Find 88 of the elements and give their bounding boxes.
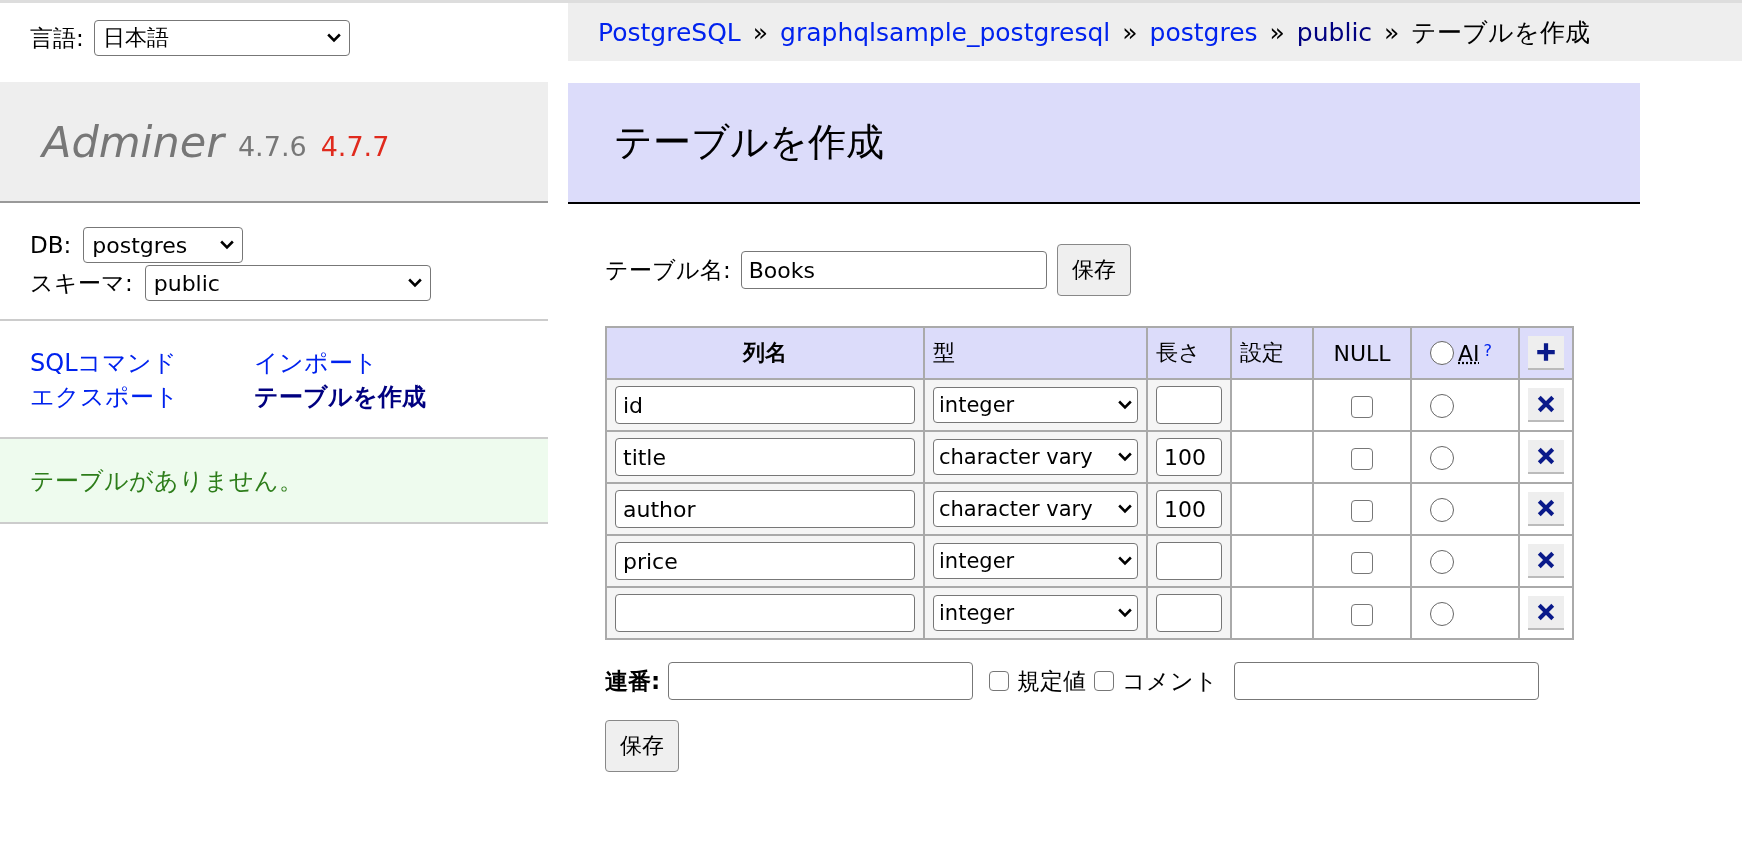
- length-field[interactable]: 100: [1156, 438, 1222, 476]
- breadcrumb-separator: »: [1384, 17, 1400, 47]
- schema-select[interactable]: public: [144, 265, 431, 301]
- null-checkbox[interactable]: [1351, 551, 1373, 574]
- ai-header: AI: [1458, 340, 1480, 366]
- radio-button[interactable]: [1430, 394, 1454, 419]
- breadcrumb-separator: »: [1122, 17, 1138, 47]
- defaults-checkbox[interactable]: [989, 671, 1010, 691]
- column-name-field[interactable]: [615, 594, 915, 632]
- save-button[interactable]: 保存: [1056, 244, 1131, 296]
- column-header: 設定: [1231, 327, 1313, 379]
- breadcrumb-item[interactable]: graphqlsample_postgresql: [780, 17, 1111, 47]
- column-header: 長さ: [1147, 327, 1231, 379]
- app-logo[interactable]: Adminer: [42, 116, 224, 167]
- caret-icon: [1118, 608, 1132, 618]
- comment-checkbox[interactable]: [1094, 671, 1115, 691]
- caret-icon: [326, 33, 341, 43]
- version-label: 4.7.6: [237, 130, 307, 162]
- defaults-label: 規定値: [1017, 666, 1087, 696]
- type-select[interactable]: character vary: [933, 491, 1138, 527]
- length-field[interactable]: 100: [1156, 490, 1222, 528]
- page-title: テーブルを作成: [614, 119, 884, 166]
- breadcrumb-item[interactable]: public: [1296, 17, 1373, 47]
- breadcrumb-item: テーブルを作成: [1411, 16, 1591, 49]
- close-icon: [1537, 395, 1555, 413]
- db-select[interactable]: postgres: [83, 227, 244, 263]
- breadcrumb-item[interactable]: PostgreSQL: [598, 17, 741, 47]
- type-select[interactable]: integer: [933, 543, 1138, 579]
- type-select[interactable]: character vary: [933, 439, 1138, 475]
- auto-increment-field[interactable]: [668, 662, 974, 700]
- radio-button[interactable]: [1430, 550, 1454, 575]
- null-checkbox[interactable]: [1351, 395, 1373, 418]
- comment-label: コメント: [1122, 666, 1219, 696]
- db-label: DB:: [30, 232, 72, 258]
- caret-icon: [407, 278, 422, 288]
- help-link[interactable]: ?: [1483, 340, 1493, 360]
- sidebar-link[interactable]: エクスポート: [30, 381, 254, 413]
- plus-icon: [1536, 342, 1556, 362]
- column-header: NULL: [1313, 327, 1411, 379]
- language-label: 言語:: [30, 23, 84, 53]
- delete-row-button[interactable]: [1528, 544, 1564, 578]
- new-version-link[interactable]: 4.7.7: [320, 121, 390, 162]
- length-field[interactable]: [1156, 594, 1222, 632]
- language-select[interactable]: 日本語: [93, 20, 350, 56]
- comment-field[interactable]: [1234, 662, 1540, 700]
- caret-icon: [1118, 556, 1132, 566]
- close-icon: [1537, 447, 1555, 465]
- column-header: 型: [924, 327, 1147, 379]
- null-checkbox[interactable]: [1351, 603, 1373, 626]
- breadcrumb-separator: »: [752, 17, 769, 47]
- radio-button[interactable]: [1430, 498, 1454, 523]
- length-field[interactable]: [1156, 386, 1222, 424]
- null-checkbox[interactable]: [1351, 447, 1373, 470]
- save-button[interactable]: 保存: [605, 720, 679, 772]
- radio-button[interactable]: [1430, 446, 1454, 471]
- caret-icon: [1118, 452, 1132, 462]
- radio-button[interactable]: [1430, 602, 1454, 627]
- column-name-field[interactable]: author: [615, 490, 915, 528]
- column-name-field[interactable]: id: [615, 386, 915, 424]
- null-checkbox[interactable]: [1351, 499, 1373, 522]
- sidebar-link[interactable]: SQLコマンド: [30, 347, 254, 379]
- sidebar-link[interactable]: テーブルを作成: [254, 381, 518, 413]
- table-name-label: テーブル名:: [605, 255, 731, 285]
- table-name-field[interactable]: Books: [740, 251, 1047, 289]
- auto-increment-label: 連番:: [605, 666, 661, 696]
- delete-row-button[interactable]: [1528, 596, 1564, 630]
- add-row-button[interactable]: [1528, 336, 1564, 370]
- sidebar-link[interactable]: インポート: [254, 347, 518, 379]
- empty-message: テーブルがありません。: [30, 465, 303, 497]
- close-icon: [1537, 499, 1555, 517]
- delete-row-button[interactable]: [1528, 492, 1564, 526]
- delete-row-button[interactable]: [1528, 440, 1564, 474]
- radio-button[interactable]: [1430, 341, 1454, 365]
- schema-label: スキーマ:: [30, 268, 133, 298]
- breadcrumb-item[interactable]: postgres: [1149, 17, 1258, 47]
- close-icon: [1537, 603, 1555, 621]
- caret-icon: [220, 240, 235, 250]
- type-select[interactable]: integer: [933, 387, 1138, 423]
- caret-icon: [1118, 504, 1132, 514]
- caret-icon: [1118, 400, 1132, 410]
- column-name-field[interactable]: title: [615, 438, 915, 476]
- column-header: 列名: [606, 327, 924, 379]
- delete-row-button[interactable]: [1528, 388, 1564, 422]
- column-name-field[interactable]: price: [615, 542, 915, 580]
- breadcrumb-separator: »: [1269, 17, 1285, 47]
- type-select[interactable]: integer: [933, 595, 1138, 631]
- close-icon: [1537, 551, 1555, 569]
- length-field[interactable]: [1156, 542, 1222, 580]
